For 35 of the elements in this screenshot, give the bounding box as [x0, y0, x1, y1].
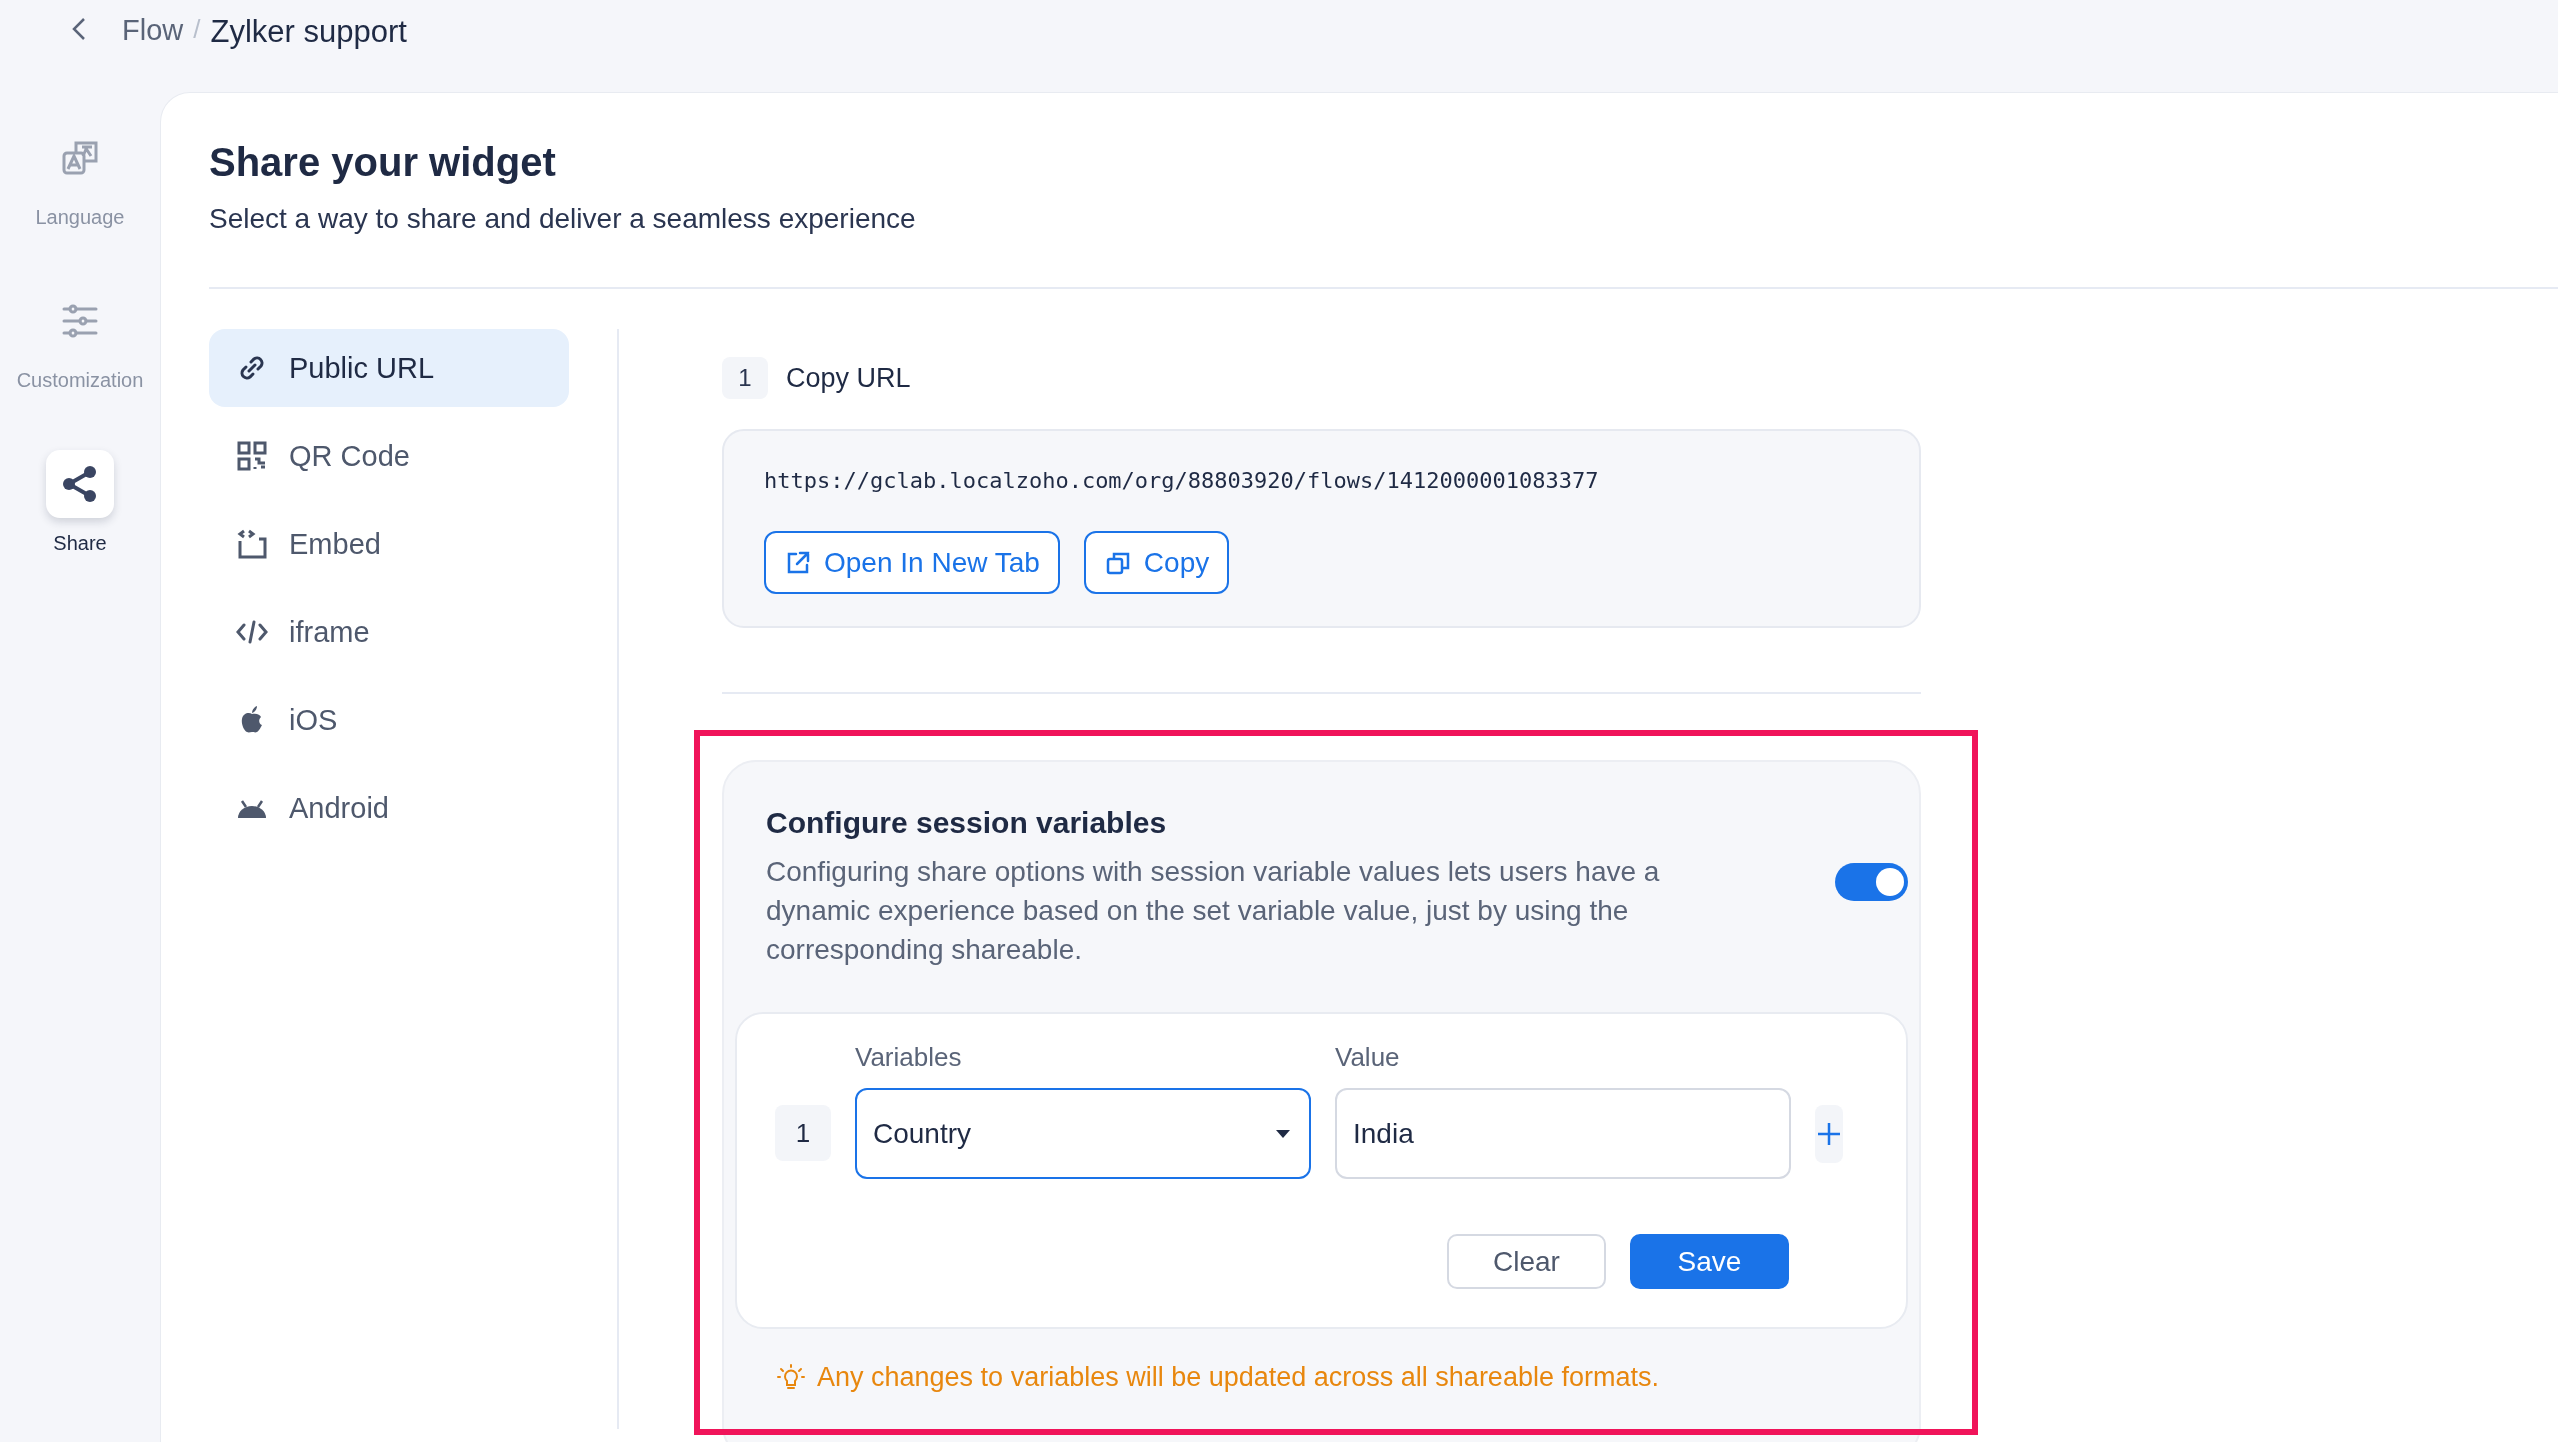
share-option[interactable]: QR Code: [209, 417, 569, 495]
page-subtitle: Select a way to share and deliver a seamless experience: [209, 202, 917, 236]
caret-icon: [1275, 1128, 1291, 1139]
share-option[interactable]: Public URL: [209, 329, 569, 407]
info-note: Any changes to variables will be updated across all shareable formats.: [817, 1361, 1659, 1394]
field-label: Value: [1335, 1041, 1401, 1074]
page-title: Share your widget: [209, 139, 557, 186]
breadcrumb-link[interactable]: Flow: [122, 14, 184, 47]
url-text: https://gclab.localzoho.com/org/88803920/flows/1412000001083377: [764, 467, 1600, 495]
section-title: Configure session variables: [765, 805, 1168, 841]
chevron-left-icon: [72, 17, 86, 41]
share-option[interactable]: iOS: [209, 681, 569, 759]
variable-dropdown[interactable]: Country: [855, 1088, 1311, 1179]
plus-icon: [1815, 1120, 1843, 1148]
outline-button[interactable]: Copy: [1083, 531, 1230, 594]
section-description: Configuring share options with session variable values lets users have a dynamic experience based on the set variable value, just by using the corresponding shareable.: [766, 855, 1661, 967]
qr-code-icon: [235, 439, 269, 473]
step-number: 1: [722, 357, 768, 399]
toggle-switch[interactable]: [1834, 863, 1908, 901]
share-option[interactable]: iframe: [209, 593, 569, 671]
outline-button[interactable]: Open In New Tab: [764, 531, 1060, 594]
share-option[interactable]: Embed: [209, 505, 569, 583]
breadcrumb-separator: /: [193, 14, 201, 45]
step-heading: Copy URL: [786, 362, 911, 394]
field-label: Variables: [855, 1041, 963, 1074]
save-button[interactable]: Save: [1630, 1234, 1789, 1289]
share-icon: [61, 465, 99, 503]
clear-button[interactable]: Clear: [1447, 1234, 1606, 1289]
embed-icon: [235, 527, 269, 561]
breadcrumb-current: Zylker support: [210, 14, 407, 50]
add-button[interactable]: [1815, 1105, 1843, 1163]
row-number: 1: [775, 1105, 831, 1161]
value-field[interactable]: India: [1335, 1088, 1791, 1179]
lightbulb-icon: [777, 1363, 805, 1391]
share-option[interactable]: Android: [209, 769, 569, 847]
